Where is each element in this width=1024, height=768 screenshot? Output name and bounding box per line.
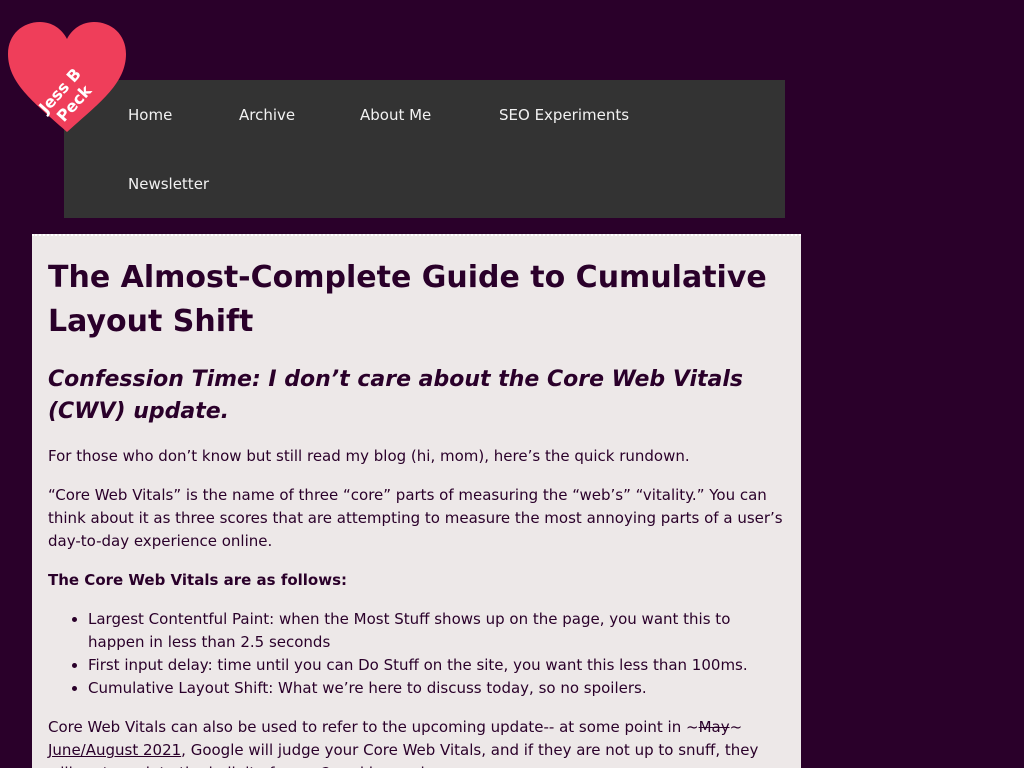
list-heading: The Core Web Vitals are as follows:	[48, 571, 348, 589]
nav-item-archive[interactable]: Archive	[239, 106, 295, 124]
update-text-start: Core Web Vitals can also be used to refe…	[48, 718, 699, 736]
nav-item-about-me[interactable]: About Me	[360, 106, 431, 124]
page-title: The Almost-Complete Guide to Cumulative …	[48, 260, 767, 339]
core-web-vitals-list: Largest Contentful Paint: when the Most …	[48, 608, 785, 700]
main-navigation: Home Archive About Me SEO Experiments Ne…	[64, 80, 785, 218]
struck-text: May	[698, 718, 730, 736]
site-logo[interactable]: Jess B Peck	[6, 22, 128, 134]
definition-paragraph: “Core Web Vitals” is the name of three “…	[48, 486, 783, 550]
tilde-text: ~	[729, 718, 743, 736]
article-content: The Almost-Complete Guide to Cumulative …	[32, 234, 801, 768]
nav-item-newsletter[interactable]: Newsletter	[128, 175, 209, 193]
date-link[interactable]: June/August 2021	[48, 741, 181, 759]
page: Jess B Peck Home Archive About Me SEO Ex…	[0, 0, 1024, 768]
nav-item-home[interactable]: Home	[128, 106, 172, 124]
article-subtitle: Confession Time: I don’t care about the …	[48, 367, 744, 424]
list-item: Cumulative Layout Shift: What we’re here…	[88, 677, 785, 700]
update-paragraph: Core Web Vitals can also be used to refe…	[48, 716, 785, 768]
nav-item-seo-experiments[interactable]: SEO Experiments	[499, 106, 629, 124]
list-item: First input delay: time until you can Do…	[88, 654, 785, 677]
intro-paragraph: For those who don’t know but still read …	[48, 447, 690, 465]
list-item: Largest Contentful Paint: when the Most …	[88, 608, 785, 654]
